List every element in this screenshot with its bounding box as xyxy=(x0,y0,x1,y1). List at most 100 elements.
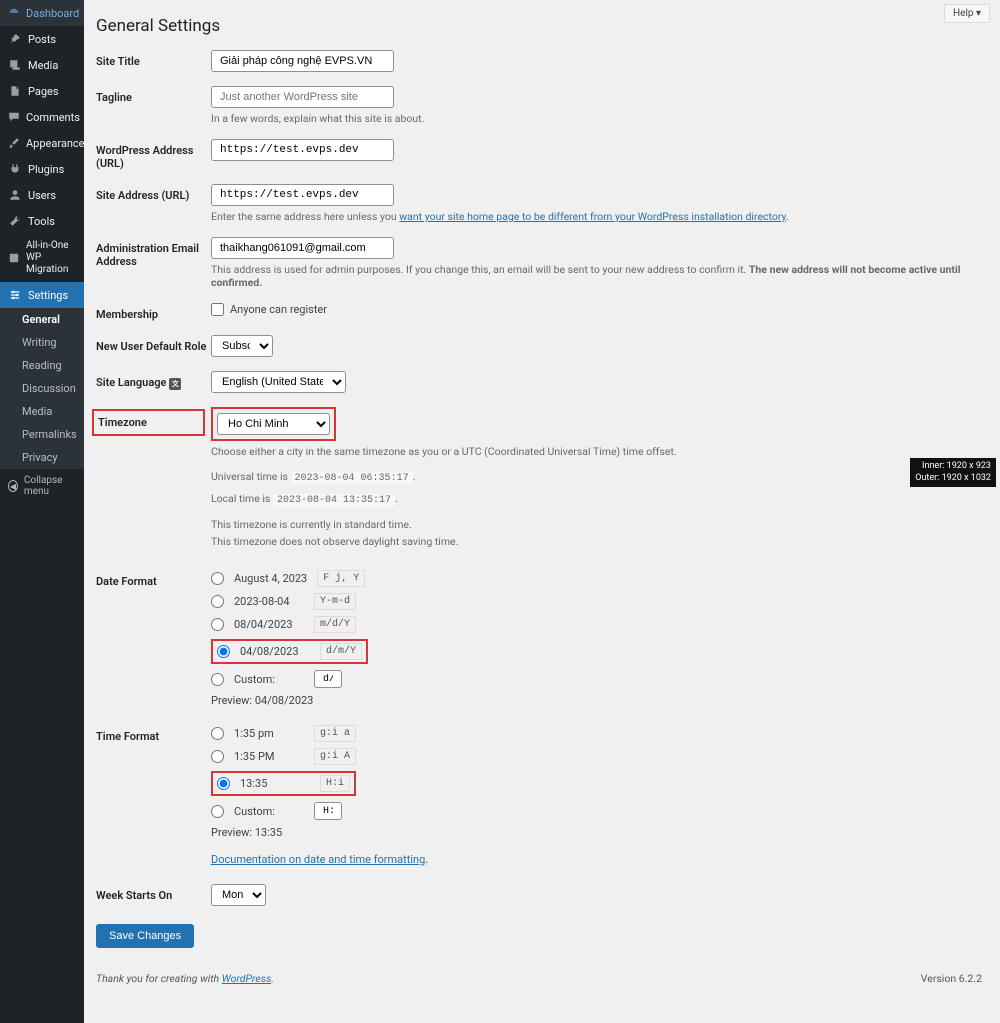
sidebar-item-comments[interactable]: Comments xyxy=(0,104,84,130)
sidebar-label: Posts xyxy=(28,33,56,46)
date-format-radio-2[interactable] xyxy=(211,595,224,608)
sidebar-label: Dashboard xyxy=(26,7,79,20)
sidebar-label: Settings xyxy=(28,289,68,302)
submenu-media[interactable]: Media xyxy=(0,400,84,423)
submenu-general[interactable]: General xyxy=(0,308,84,331)
date-format-radio-1[interactable] xyxy=(211,572,224,585)
tagline-label: Tagline xyxy=(96,86,211,104)
submenu-discussion[interactable]: Discussion xyxy=(0,377,84,400)
site-title-input[interactable] xyxy=(211,50,394,72)
submenu-writing[interactable]: Writing xyxy=(0,331,84,354)
sidebar-label: Users xyxy=(28,189,56,202)
week-start-label: Week Starts On xyxy=(96,884,211,902)
tagline-input[interactable] xyxy=(211,86,394,108)
main-content: Help ▾ General Settings Site Title Tagli… xyxy=(84,0,1000,1023)
date-format-radio-4[interactable] xyxy=(217,645,230,658)
media-icon xyxy=(8,58,22,72)
sidebar-label: All-in-One WP Migration xyxy=(26,240,76,276)
sidebar-item-migration[interactable]: All-in-One WP Migration xyxy=(0,234,84,282)
save-button[interactable]: Save Changes xyxy=(96,924,194,948)
date-format-highlight: 04/08/2023d/m/Y xyxy=(211,639,368,664)
local-time: Local time is 2023-08-04 13:35:17. xyxy=(211,492,982,506)
date-preview: Preview: 04/08/2023 xyxy=(211,694,982,707)
submenu-privacy[interactable]: Privacy xyxy=(0,446,84,469)
tagline-desc: In a few words, explain what this site i… xyxy=(211,112,982,125)
site-url-link[interactable]: want your site home page to be different… xyxy=(399,210,786,223)
sidebar-item-media[interactable]: Media xyxy=(0,52,84,78)
help-tab[interactable]: Help ▾ xyxy=(944,4,990,23)
time-format-radio-1[interactable] xyxy=(211,727,224,740)
sidebar-item-appearance[interactable]: Appearance xyxy=(0,130,84,156)
footer-version: Version 6.2.2 xyxy=(921,972,982,985)
timezone-label: Timezone xyxy=(98,416,147,429)
sidebar-item-tools[interactable]: Tools xyxy=(0,208,84,234)
site-url-input[interactable] xyxy=(211,184,394,206)
collapse-menu[interactable]: ◀ Collapse menu xyxy=(0,469,84,503)
sidebar-label: Plugins xyxy=(28,163,64,176)
footer-thanks: Thank you for creating with WordPress. xyxy=(96,972,274,985)
default-role-label: New User Default Role xyxy=(96,335,211,353)
pin-icon xyxy=(8,32,22,46)
site-url-desc: Enter the same address here unless you w… xyxy=(211,210,982,223)
site-lang-select[interactable]: English (United States) xyxy=(211,371,346,393)
site-lang-label: Site Language文 xyxy=(96,371,211,390)
time-format-radio-2[interactable] xyxy=(211,750,224,763)
time-format-highlight: 13:35H:i xyxy=(211,771,356,796)
time-format-label: Time Format xyxy=(96,725,211,743)
comment-icon xyxy=(8,110,20,124)
time-format-radio-3[interactable] xyxy=(217,777,230,790)
sidebar-label: Media xyxy=(28,59,58,72)
timezone-desc: Choose either a city in the same timezon… xyxy=(211,445,982,458)
settings-icon xyxy=(8,288,22,302)
site-title-label: Site Title xyxy=(96,50,211,68)
membership-checkbox[interactable] xyxy=(211,303,224,316)
user-icon xyxy=(8,188,22,202)
membership-label: Membership xyxy=(96,303,211,321)
sidebar-item-pages[interactable]: Pages xyxy=(0,78,84,104)
admin-email-desc: This address is used for admin purposes.… xyxy=(211,263,982,289)
membership-checkbox-label: Anyone can register xyxy=(230,303,327,316)
date-format-label: Date Format xyxy=(96,570,211,588)
site-url-label: Site Address (URL) xyxy=(96,184,211,202)
submenu-reading[interactable]: Reading xyxy=(0,354,84,377)
sidebar-item-settings[interactable]: Settings xyxy=(0,282,84,308)
admin-email-input[interactable] xyxy=(211,237,394,259)
sidebar-label: Comments xyxy=(26,111,80,124)
sidebar-label: Appearance xyxy=(26,137,85,150)
universal-time: Universal time is 2023-08-04 06:35:17. xyxy=(211,470,982,484)
tz-std: This timezone is currently in standard t… xyxy=(211,518,982,531)
settings-submenu: General Writing Reading Discussion Media… xyxy=(0,308,84,469)
default-role-select[interactable]: Subscriber xyxy=(211,335,273,357)
plug-icon xyxy=(8,162,22,176)
sidebar-label: Pages xyxy=(28,85,59,98)
sidebar-item-plugins[interactable]: Plugins xyxy=(0,156,84,182)
gauge-icon xyxy=(8,6,20,20)
time-preview: Preview: 13:35 xyxy=(211,826,982,839)
sidebar-item-posts[interactable]: Posts xyxy=(0,26,84,52)
date-format-radio-custom[interactable] xyxy=(211,673,224,686)
submenu-permalinks[interactable]: Permalinks xyxy=(0,423,84,446)
admin-email-label: Administration Email Address xyxy=(96,237,211,268)
date-format-radio-3[interactable] xyxy=(211,618,224,631)
date-custom-input[interactable] xyxy=(314,670,342,688)
week-start-select[interactable]: Monday xyxy=(211,884,266,906)
migration-icon xyxy=(8,251,20,265)
page-title: General Settings xyxy=(96,16,982,36)
time-custom-input[interactable] xyxy=(314,802,342,820)
datetime-doc-link[interactable]: Documentation on date and time formattin… xyxy=(211,853,425,866)
translate-icon: 文 xyxy=(169,378,181,390)
sidebar-item-dashboard[interactable]: Dashboard xyxy=(0,0,84,26)
admin-sidebar: Dashboard Posts Media Pages Comments App… xyxy=(0,0,84,1023)
wp-url-label: WordPress Address (URL) xyxy=(96,139,211,170)
wp-url-input[interactable] xyxy=(211,139,394,161)
collapse-icon: ◀ xyxy=(8,480,18,492)
timezone-select[interactable]: Ho Chi Minh xyxy=(217,413,330,435)
timezone-label-highlight: Timezone xyxy=(92,409,205,436)
sidebar-item-users[interactable]: Users xyxy=(0,182,84,208)
time-format-radio-custom[interactable] xyxy=(211,805,224,818)
wordpress-link[interactable]: WordPress xyxy=(222,972,271,985)
tz-dst: This timezone does not observe daylight … xyxy=(211,535,982,548)
timezone-select-highlight: Ho Chi Minh xyxy=(211,407,336,441)
viewport-badge: Inner: 1920 x 923 Outer: 1920 x 1032 xyxy=(910,458,996,487)
wrench-icon xyxy=(8,214,22,228)
